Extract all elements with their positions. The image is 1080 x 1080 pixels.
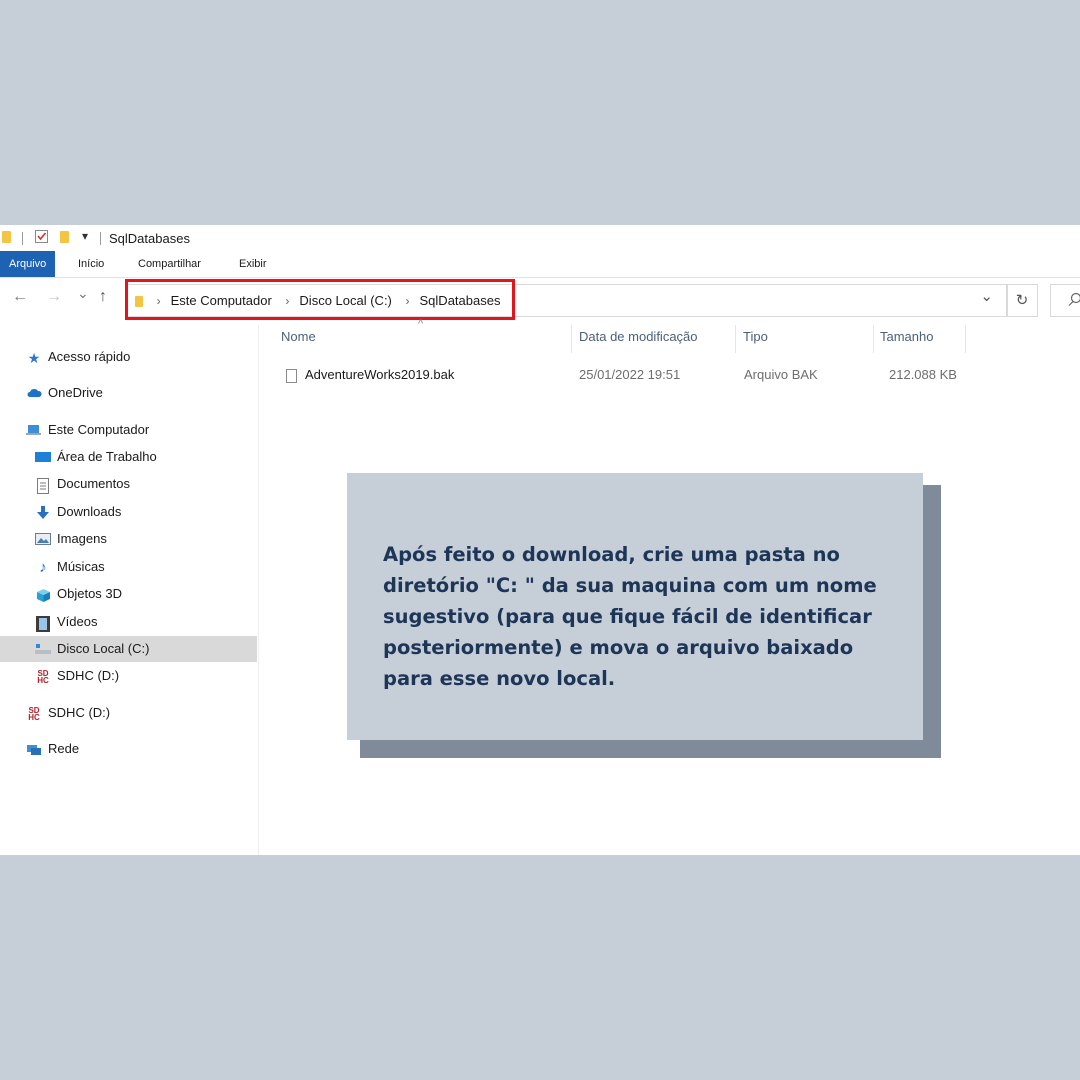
recent-locations-button[interactable]: ⌄ [77,285,89,302]
file-type-cell: Arquivo BAK [744,367,818,382]
sidebar-item-label: OneDrive [48,385,103,400]
address-highlight-box [125,279,515,320]
sidebar-item-downloads[interactable]: Downloads [35,499,121,525]
up-button[interactable]: ↑ [99,288,107,306]
sidebar-item-label: SDHC (D:) [48,705,111,720]
documents-icon [35,477,51,494]
title-bar: ▾ SqlDatabases [0,225,1080,251]
sidebar-item-videos[interactable]: Vídeos [35,609,97,635]
sidebar-item-label: Este Computador [48,422,150,437]
navigation-pane: ★ Acesso rápido OneDrive Este Computador … [0,325,259,855]
sidebar-item-sdhc[interactable]: SD HC SDHC (D:) [26,700,110,726]
sidebar-item-acesso-rapido[interactable]: ★ Acesso rápido [26,344,131,370]
music-icon: ♪ [39,558,47,576]
sidebar-item-rede[interactable]: Rede [26,736,79,762]
drive-icon [35,643,51,657]
column-divider[interactable] [873,325,874,353]
video-icon [35,615,51,632]
column-divider[interactable] [571,325,572,353]
file-name-cell[interactable]: AdventureWorks2019.bak [286,366,454,384]
sidebar-item-objetos-3d[interactable]: Objetos 3D [35,581,122,607]
star-icon: ★ [27,349,41,366]
forward-button[interactable]: → [46,288,62,306]
column-header-nome[interactable]: Nome [281,329,316,344]
cloud-icon [26,387,42,401]
tab-arquivo[interactable]: Arquivo [0,251,56,277]
sidebar-item-area-de-trabalho[interactable]: Área de Trabalho [35,444,157,470]
desktop-icon [35,451,51,465]
callout-text: Após feito o download, crie uma pasta no… [383,543,877,690]
separator [100,232,101,245]
back-button[interactable]: ← [12,288,28,306]
sort-indicator-icon: ^ [418,318,424,330]
sidebar-item-label: Downloads [57,504,122,519]
sidebar-item-label: Imagens [57,531,107,546]
column-header-tamanho[interactable]: Tamanho [880,329,933,344]
cube-icon [35,588,51,602]
sidebar-item-sdhc[interactable]: SD HC SDHC (D:) [35,663,119,689]
sidebar-item-documentos[interactable]: Documentos [35,471,130,497]
computer-icon [26,424,42,438]
sidebar-item-onedrive[interactable]: OneDrive [26,380,103,406]
sidebar-item-imagens[interactable]: Imagens [35,526,107,552]
new-folder-icon[interactable] [60,231,69,243]
sidebar-item-label: Vídeos [57,614,98,629]
address-dropdown-button[interactable]: ⌄ [980,287,993,305]
network-icon [26,743,42,757]
tab-exibir[interactable]: Exibir [239,251,267,277]
window-title: SqlDatabases [109,231,190,246]
pictures-icon [35,532,51,547]
quick-access-dropdown-icon[interactable]: ▾ [82,229,88,243]
sidebar-item-label: Músicas [57,559,105,574]
column-header-tipo[interactable]: Tipo [743,329,768,344]
properties-icon[interactable] [35,230,48,243]
sidebar-item-label: Rede [48,741,80,756]
sidebar-item-label: Disco Local (C:) [57,641,150,656]
folder-icon [2,231,11,243]
separator [22,232,23,245]
search-input[interactable] [1050,284,1080,317]
sidebar-item-este-computador[interactable]: Este Computador [26,417,149,443]
column-divider[interactable] [965,325,966,353]
tab-compartilhar[interactable]: Compartilhar [138,251,201,277]
column-divider[interactable] [735,325,736,353]
file-icon [286,368,297,383]
ribbon: Arquivo Início Compartilhar Exibir [0,251,1080,278]
sidebar-item-label: Objetos 3D [57,586,123,601]
file-name: AdventureWorks2019.bak [305,367,455,382]
sidebar-item-label: SDHC (D:) [57,668,120,683]
sidebar-item-label: Área de Trabalho [57,449,157,464]
sidebar-item-label: Acesso rápido [48,349,131,364]
column-header-data[interactable]: Data de modificação [579,329,698,344]
sidebar-item-musicas[interactable]: ♪ Músicas [35,554,105,580]
file-size-cell: 212.088 KB [889,367,957,382]
file-modified-cell: 25/01/2022 19:51 [579,367,681,382]
sd-card-icon: SD HC [28,705,40,722]
sd-card-icon: SD HC [37,668,49,685]
tab-inicio[interactable]: Início [78,251,104,277]
sidebar-item-label: Documentos [57,476,130,491]
refresh-button[interactable]: ↻ [1006,284,1038,317]
sidebar-item-disco-local[interactable]: Disco Local (C:) [0,636,257,662]
download-icon [35,505,51,520]
search-icon [1068,292,1080,306]
instruction-callout: Após feito o download, crie uma pasta no… [347,473,923,740]
